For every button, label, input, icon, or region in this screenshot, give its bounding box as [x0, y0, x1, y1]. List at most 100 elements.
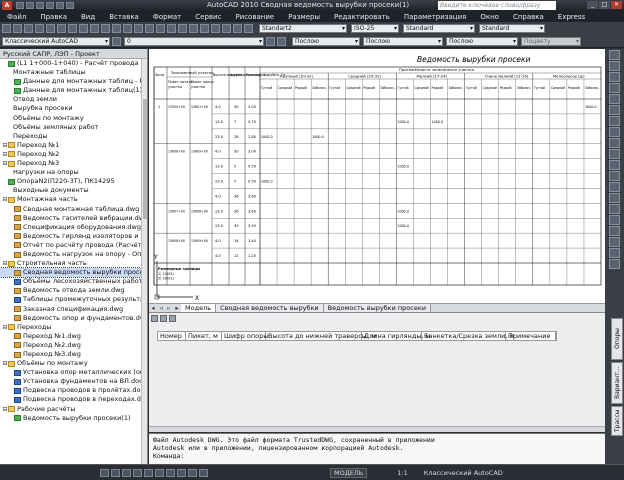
- tree-item[interactable]: Ведомость гасителей вибрации.dwg: [0, 214, 147, 223]
- first-tab-icon[interactable]: ◂: [149, 304, 157, 312]
- multileader-style-select[interactable]: Standard: [479, 24, 545, 33]
- polyline-icon[interactable]: [609, 61, 620, 71]
- trim-icon[interactable]: [609, 171, 620, 181]
- palette-column-header[interactable]: Пикет, м: [186, 332, 222, 340]
- tree-item[interactable]: Выходные документы: [0, 186, 147, 195]
- hatch-icon[interactable]: [609, 105, 620, 115]
- help-icon[interactable]: [244, 24, 253, 33]
- tree-item[interactable]: Ведомость гирлянд изоляторов и тросовых …: [0, 232, 147, 241]
- menu-item[interactable]: Рисование: [228, 13, 281, 21]
- tree-item[interactable]: Монтажные таблицы: [0, 68, 147, 77]
- extend-icon[interactable]: [609, 182, 620, 192]
- tree-item[interactable]: Данные для монтажных таблиц - Расчёт про…: [0, 77, 147, 86]
- erase-icon[interactable]: [609, 237, 620, 247]
- tree-item[interactable]: ОпораN2(П220-3Т), ПК14295: [0, 177, 147, 186]
- menu-item[interactable]: Сервис: [188, 13, 228, 21]
- open-icon[interactable]: [26, 2, 34, 9]
- new-icon[interactable]: [2, 24, 11, 33]
- palette-column-header[interactable]: Номер: [158, 332, 186, 340]
- match-properties-icon[interactable]: [101, 24, 110, 33]
- rotate-icon[interactable]: [609, 149, 620, 159]
- undo-icon[interactable]: [112, 24, 121, 33]
- tree-item[interactable]: Ведомость отвода земли.dwg: [0, 286, 147, 295]
- table-style-select[interactable]: Standard: [403, 24, 475, 33]
- menu-item[interactable]: Вставка: [102, 13, 146, 21]
- zoom-previous-icon[interactable]: [167, 24, 176, 33]
- tab-variants[interactable]: Вариант...: [611, 362, 623, 404]
- drawing-canvas[interactable]: Ведомость вырубки просеки Заложенный учас…: [149, 49, 605, 312]
- tree-item[interactable]: ⊟ Строительная часть: [0, 259, 147, 268]
- redo-icon[interactable]: [123, 24, 132, 33]
- circle-icon[interactable]: [609, 72, 620, 82]
- fillet-icon[interactable]: [609, 215, 620, 225]
- maximize-button[interactable]: □: [599, 1, 610, 9]
- make-current-layer-icon[interactable]: [266, 36, 275, 46]
- explode-icon[interactable]: [609, 226, 620, 236]
- move-icon[interactable]: [609, 127, 620, 137]
- tree-item[interactable]: Переход №3.dwg: [0, 350, 147, 359]
- workspace-select[interactable]: Классический AutoCAD: [2, 36, 110, 46]
- linetype-select[interactable]: Послою: [363, 36, 443, 46]
- copy-icon[interactable]: [79, 24, 88, 33]
- prev-tab-icon[interactable]: ◃: [157, 304, 165, 312]
- menu-item[interactable]: Справка: [506, 13, 551, 21]
- workspace-switch[interactable]: Классический AutoCAD: [424, 469, 503, 477]
- palette-column-header[interactable]: Длина гирлянды, м: [362, 332, 431, 340]
- tree-item[interactable]: Вырубка просеки: [0, 104, 147, 113]
- osnap-icon[interactable]: [144, 468, 153, 477]
- close-button[interactable]: ✕: [611, 1, 622, 9]
- tree-item[interactable]: Сводная монтажная таблица.dwg: [0, 205, 147, 214]
- layer-manager-icon[interactable]: [112, 36, 121, 46]
- sheet-set-icon[interactable]: [211, 24, 220, 33]
- ducs-icon[interactable]: [166, 468, 175, 477]
- tree-item[interactable]: Установка фундаментов на ВЛ.docx: [0, 377, 147, 386]
- model-toggle[interactable]: МОДЕЛЬ: [330, 467, 368, 478]
- tree-item[interactable]: Ведомость вырубки просеки(1): [0, 414, 147, 423]
- markup-icon[interactable]: [222, 24, 231, 33]
- next-tab-icon[interactable]: ▹: [165, 304, 173, 312]
- tab-routes[interactable]: Трассы: [611, 406, 623, 436]
- lineweight-select[interactable]: Послою: [446, 36, 518, 46]
- menu-item[interactable]: Вид: [74, 13, 102, 21]
- text-style-select[interactable]: Standart2: [259, 24, 347, 33]
- tree-item[interactable]: Подвеска проводов в пролётах.docx: [0, 386, 147, 395]
- ortho-icon[interactable]: [122, 468, 131, 477]
- snap-icon[interactable]: [100, 468, 109, 477]
- properties-icon[interactable]: [178, 24, 187, 33]
- tab-supports[interactable]: Опоры: [611, 318, 623, 360]
- qp-icon[interactable]: [199, 468, 208, 477]
- tree-item[interactable]: ⊟ Объёмы по монтажу: [0, 359, 147, 368]
- tree-item[interactable]: Переход №2.dwg: [0, 341, 147, 350]
- cut-icon[interactable]: [68, 24, 77, 33]
- plot-icon[interactable]: [66, 2, 74, 9]
- tree-item[interactable]: Ведомость нагрузок на опору - ОпораN2(П2…: [0, 250, 147, 259]
- publish-icon[interactable]: [57, 24, 66, 33]
- menu-item[interactable]: Файл: [0, 13, 33, 21]
- command-line[interactable]: Файл Autodesk DWG. Это файл формата Trus…: [149, 433, 605, 464]
- add-row-icon[interactable]: [151, 315, 158, 322]
- undo-icon[interactable]: [46, 2, 54, 9]
- rectangle-icon[interactable]: [609, 94, 620, 104]
- zoom-icon[interactable]: [145, 24, 154, 33]
- preview-icon[interactable]: [46, 24, 55, 33]
- menu-item[interactable]: Редактировать: [327, 13, 397, 21]
- pan-icon[interactable]: [134, 24, 143, 33]
- tree-item[interactable]: ⊟ Переход №1: [0, 141, 147, 150]
- tree-item[interactable]: Объёмы по монтажу: [0, 114, 147, 123]
- tree-item[interactable]: Заказная спецификация.dwg: [0, 305, 147, 314]
- palette-column-header[interactable]: Примечание: [506, 332, 556, 340]
- last-tab-icon[interactable]: ▸: [173, 304, 181, 312]
- palette-column-header[interactable]: Высота до нижней траверсы, м: [266, 332, 376, 340]
- mirror-icon[interactable]: [609, 204, 620, 214]
- tree-item[interactable]: Переходы: [0, 132, 147, 141]
- lwt-icon[interactable]: [188, 468, 197, 477]
- tree-item[interactable]: Отвод земли: [0, 95, 147, 104]
- palette-scrollbar[interactable]: [149, 426, 605, 432]
- calculator-icon[interactable]: [233, 24, 242, 33]
- grid-icon[interactable]: [111, 468, 120, 477]
- annotation-scale[interactable]: 1:1: [397, 469, 407, 477]
- menu-item[interactable]: Параметризация: [397, 13, 473, 21]
- tree-item[interactable]: Подвеска проводов в переходах.docx: [0, 395, 147, 404]
- print-icon[interactable]: [35, 24, 44, 33]
- tree-item[interactable]: Спецификация оборудования.dwg: [0, 223, 147, 232]
